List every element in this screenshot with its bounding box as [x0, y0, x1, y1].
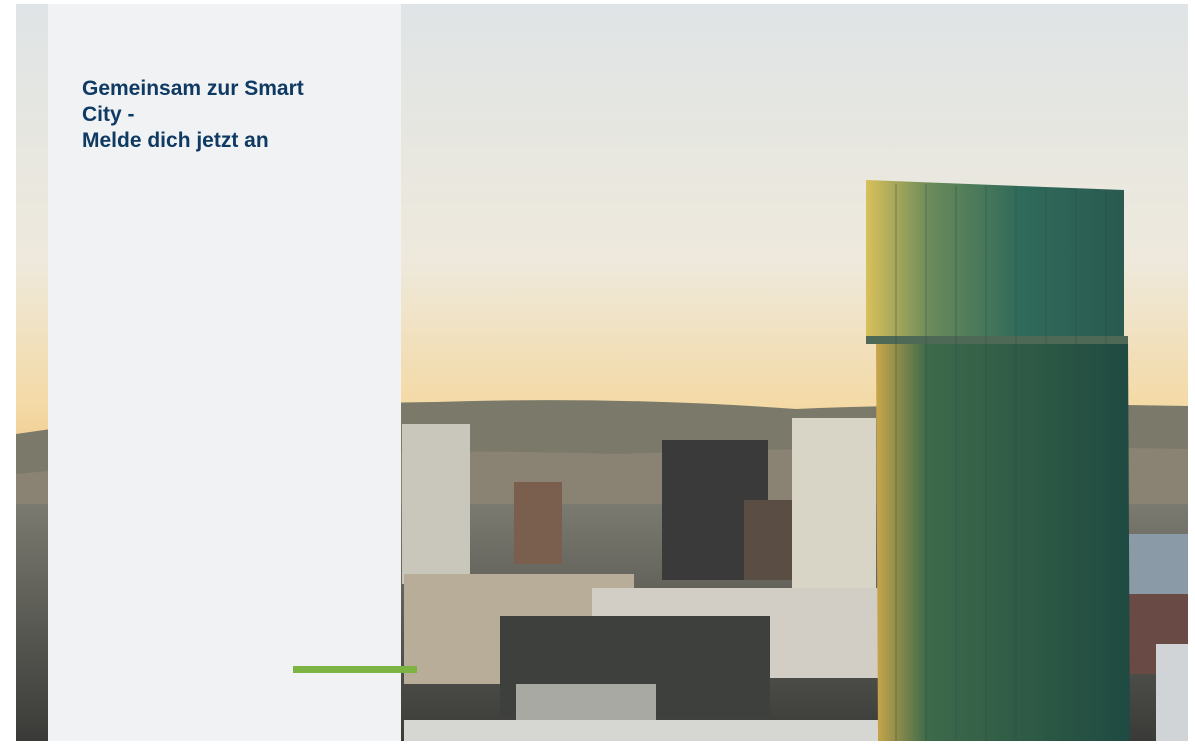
headline-line-3: Melde dich jetzt an [82, 129, 269, 152]
accent-bar [293, 666, 417, 673]
page-title: Gemeinsam zur Smart City - Melde dich je… [82, 76, 382, 154]
headline-line-2: City - [82, 103, 135, 126]
headline-line-1: Gemeinsam zur Smart [82, 77, 304, 100]
